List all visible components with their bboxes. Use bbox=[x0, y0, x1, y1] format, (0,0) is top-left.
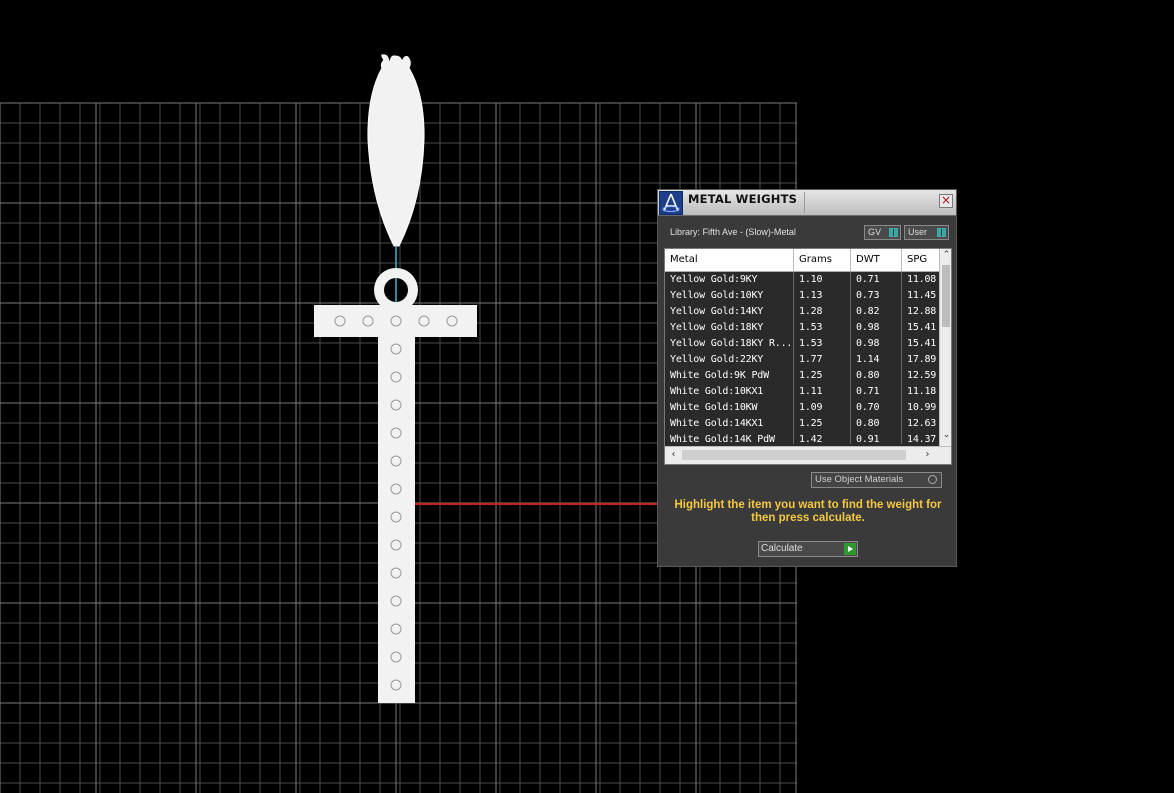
cell-dwt: 0.82 bbox=[851, 304, 902, 320]
scroll-up-icon[interactable]: ⌃ bbox=[940, 250, 951, 260]
cell-spg: 15.41 bbox=[902, 320, 939, 336]
cell-dwt: 0.70 bbox=[851, 400, 902, 416]
gv-toggle[interactable]: GV bbox=[864, 225, 901, 240]
pendant-bail bbox=[367, 54, 425, 247]
horizontal-scrollbar[interactable]: ‹ › bbox=[665, 446, 951, 464]
scroll-left-icon[interactable]: ‹ bbox=[667, 449, 680, 460]
table-row[interactable]: White Gold:14KX1 1.25 0.80 12.63 bbox=[665, 416, 939, 432]
scroll-down-icon[interactable]: ⌄ bbox=[940, 430, 951, 440]
table-row[interactable]: White Gold:10KX1 1.11 0.71 11.18 bbox=[665, 384, 939, 400]
cell-spg: 12.63 bbox=[902, 416, 939, 432]
cell-grams: 1.25 bbox=[794, 416, 851, 432]
toggle-switch-icon bbox=[889, 228, 898, 237]
window-title: METAL WEIGHTS bbox=[688, 192, 798, 206]
column-header-grams[interactable]: Grams bbox=[794, 249, 851, 271]
metal-table[interactable]: Metal Grams DWT SPG Yellow Gold:9KY 1.10 0… bbox=[664, 248, 952, 465]
table-row[interactable]: White Gold:9K PdW 1.25 0.80 12.59 bbox=[665, 368, 939, 384]
instruction-text: Highlight the item you want to find the … bbox=[674, 499, 942, 524]
play-icon bbox=[844, 543, 856, 555]
cell-spg: 15.41 bbox=[902, 336, 939, 352]
user-toggle[interactable]: User bbox=[904, 225, 949, 240]
cell-grams: 1.09 bbox=[794, 400, 851, 416]
cell-dwt: 0.98 bbox=[851, 320, 902, 336]
cell-metal: White Gold:14KX1 bbox=[665, 416, 794, 432]
scroll-right-icon[interactable]: › bbox=[921, 449, 934, 460]
table-header: Metal Grams DWT SPG bbox=[665, 249, 942, 272]
cell-dwt: 0.73 bbox=[851, 288, 902, 304]
cell-dwt: 0.91 bbox=[851, 432, 902, 444]
table-row[interactable]: Yellow Gold:18KY 1.53 0.98 15.41 bbox=[665, 320, 939, 336]
cell-metal: Yellow Gold:9KY bbox=[665, 272, 794, 288]
cell-spg: 14.37 bbox=[902, 432, 939, 444]
cell-grams: 1.10 bbox=[794, 272, 851, 288]
column-header-dwt[interactable]: DWT bbox=[851, 249, 902, 271]
cell-dwt: 0.71 bbox=[851, 272, 902, 288]
cell-grams: 1.53 bbox=[794, 336, 851, 352]
calculate-button[interactable]: Calculate bbox=[758, 541, 858, 557]
use-object-materials-option[interactable]: Use Object Materials bbox=[811, 472, 942, 488]
cell-grams: 1.11 bbox=[794, 384, 851, 400]
cell-metal: Yellow Gold:22KY bbox=[665, 352, 794, 368]
close-button[interactable]: × bbox=[939, 194, 953, 208]
table-row[interactable]: Yellow Gold:22KY 1.77 1.14 17.89 bbox=[665, 352, 939, 368]
cell-spg: 12.88 bbox=[902, 304, 939, 320]
cell-metal: White Gold:14K PdW bbox=[665, 432, 794, 444]
metal-weights-panel: METAL WEIGHTS × Library: Fifth Ave - (Sl… bbox=[657, 189, 957, 567]
table-row[interactable]: Yellow Gold:14KY 1.28 0.82 12.88 bbox=[665, 304, 939, 320]
cell-metal: Yellow Gold:14KY bbox=[665, 304, 794, 320]
library-label: Library: Fifth Ave - (Slow)-Metal bbox=[670, 227, 796, 237]
cell-spg: 12.59 bbox=[902, 368, 939, 384]
toggle-switch-icon bbox=[937, 228, 946, 237]
table-row[interactable]: Yellow Gold:18KY R... 1.53 0.98 15.41 bbox=[665, 336, 939, 352]
table-row[interactable]: Yellow Gold:10KY 1.13 0.73 11.45 bbox=[665, 288, 939, 304]
cell-dwt: 0.80 bbox=[851, 368, 902, 384]
column-header-metal[interactable]: Metal bbox=[665, 249, 794, 271]
cell-grams: 1.13 bbox=[794, 288, 851, 304]
3d-viewport[interactable] bbox=[0, 0, 1174, 793]
table-row[interactable]: White Gold:14K PdW 1.42 0.91 14.37 bbox=[665, 432, 939, 444]
cell-grams: 1.53 bbox=[794, 320, 851, 336]
cell-spg: 11.45 bbox=[902, 288, 939, 304]
table-rows: Yellow Gold:9KY 1.10 0.71 11.08 Yellow Gold:… bbox=[665, 272, 939, 444]
viewport-grid bbox=[0, 54, 798, 793]
cell-spg: 17.89 bbox=[902, 352, 939, 368]
cell-dwt: 1.14 bbox=[851, 352, 902, 368]
vertical-scrollbar[interactable]: ⌃ ⌄ bbox=[939, 249, 951, 446]
radio-icon[interactable] bbox=[928, 475, 937, 484]
cell-metal: Yellow Gold:10KY bbox=[665, 288, 794, 304]
cell-dwt: 0.71 bbox=[851, 384, 902, 400]
calculate-label: Calculate bbox=[761, 543, 803, 554]
cell-grams: 1.42 bbox=[794, 432, 851, 444]
cell-spg: 10.99 bbox=[902, 400, 939, 416]
cell-grams: 1.28 bbox=[794, 304, 851, 320]
cell-metal: Yellow Gold:18KY bbox=[665, 320, 794, 336]
vertical-scroll-thumb[interactable] bbox=[942, 265, 950, 327]
gv-toggle-label: GV bbox=[868, 227, 882, 237]
cell-grams: 1.77 bbox=[794, 352, 851, 368]
title-bar[interactable]: METAL WEIGHTS × bbox=[658, 190, 956, 216]
cross-vertical-bar bbox=[378, 305, 415, 703]
cross-pendant-model[interactable] bbox=[314, 54, 477, 703]
cell-dwt: 0.80 bbox=[851, 416, 902, 432]
use-object-materials-label: Use Object Materials bbox=[815, 474, 904, 485]
table-row[interactable]: White Gold:10KW 1.09 0.70 10.99 bbox=[665, 400, 939, 416]
cell-metal: Yellow Gold:18KY R... bbox=[665, 336, 794, 352]
app-logo-icon bbox=[659, 191, 683, 215]
cell-grams: 1.25 bbox=[794, 368, 851, 384]
cell-spg: 11.18 bbox=[902, 384, 939, 400]
horizontal-scroll-thumb[interactable] bbox=[682, 450, 906, 460]
cell-spg: 11.08 bbox=[902, 272, 939, 288]
title-divider bbox=[804, 192, 805, 213]
cell-metal: White Gold:10KW bbox=[665, 400, 794, 416]
column-header-spg[interactable]: SPG bbox=[902, 249, 942, 271]
table-row[interactable]: Yellow Gold:9KY 1.10 0.71 11.08 bbox=[665, 272, 939, 288]
user-toggle-label: User bbox=[908, 227, 928, 237]
cell-dwt: 0.98 bbox=[851, 336, 902, 352]
cell-metal: White Gold:9K PdW bbox=[665, 368, 794, 384]
cell-metal: White Gold:10KX1 bbox=[665, 384, 794, 400]
